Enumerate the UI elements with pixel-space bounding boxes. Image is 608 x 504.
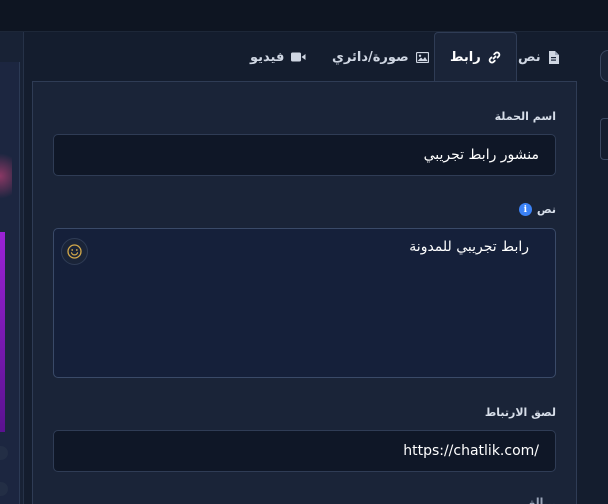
link-url-input[interactable]: https://chatlik.com/ <box>53 430 556 472</box>
link-icon <box>488 51 500 63</box>
campaign-name-label: اسم الحملة <box>494 110 556 123</box>
tab-link-label: رابط <box>450 49 481 65</box>
preview-scroll-dot[interactable] <box>0 482 8 496</box>
tab-image-carousel[interactable]: صورة/دائري <box>332 32 429 82</box>
top-bar <box>0 0 608 32</box>
text-label: نص <box>536 203 556 216</box>
preview-accent-bar <box>0 232 5 432</box>
preview-scroll-dot[interactable] <box>0 446 8 460</box>
right-edge-input[interactable] <box>600 118 608 160</box>
video-camera-icon <box>291 52 306 62</box>
campaign-name-input[interactable]: منشور رابط تجريبي <box>53 134 556 176</box>
link-url-label: لصق الارتباط <box>484 406 556 419</box>
preview-card <box>0 62 20 504</box>
tab-video[interactable]: فيديو <box>250 32 306 82</box>
text-label-row: نص i <box>518 203 556 216</box>
image-icon <box>415 51 429 63</box>
tab-image-label: صورة/دائري <box>332 49 409 65</box>
emoji-picker-button[interactable] <box>61 238 88 265</box>
preview-glow <box>0 146 12 206</box>
next-field-label-text: ...الق <box>525 496 556 504</box>
right-edge-button[interactable] <box>600 50 608 82</box>
tab-text[interactable]: نص <box>518 32 559 82</box>
post-text-textarea[interactable]: رابط تجريبي للمدونة <box>53 228 556 378</box>
tab-link[interactable]: رابط <box>434 32 517 82</box>
left-preview-panel <box>0 32 24 504</box>
post-type-tabs: نص رابط صورة/دائري فيديو <box>24 32 600 82</box>
tab-text-label: نص <box>518 49 541 65</box>
info-icon[interactable]: i <box>518 203 532 216</box>
campaign-name-value: منشور رابط تجريبي <box>423 147 539 163</box>
next-field-label-partial: ...الق <box>526 496 556 504</box>
smiley-face-icon <box>67 244 82 259</box>
post-text-value: رابط تجريبي للمدونة <box>409 239 529 255</box>
tab-video-label: فيديو <box>250 49 285 65</box>
right-edge-panel <box>600 32 608 504</box>
link-url-value: https://chatlik.com/ <box>403 443 539 459</box>
link-post-form: اسم الحملة منشور رابط تجريبي نص i رابط ت… <box>32 81 577 504</box>
document-icon <box>548 50 559 64</box>
